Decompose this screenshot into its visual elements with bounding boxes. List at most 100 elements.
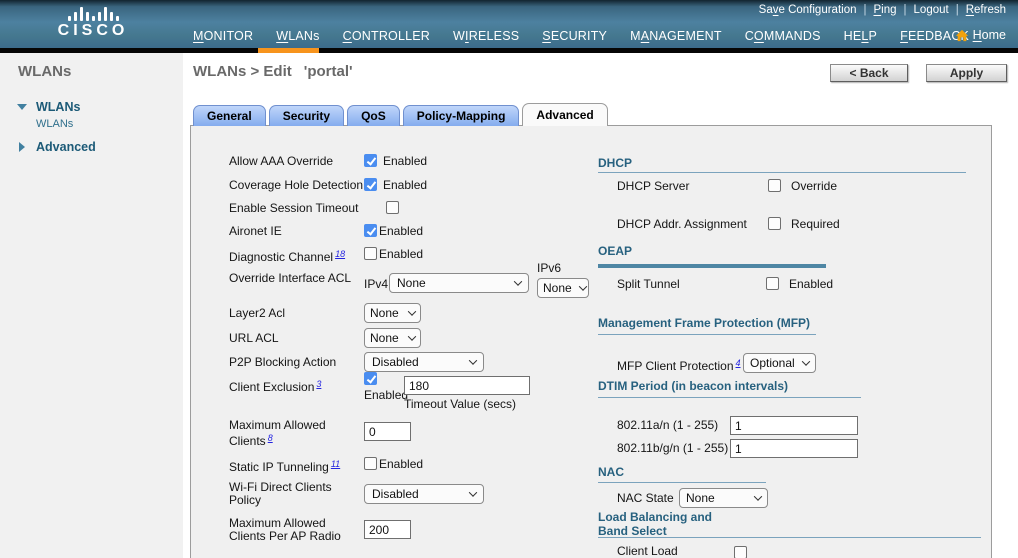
tab-qos[interactable]: QoS <box>347 105 400 126</box>
tree-collapsed-right-icon[interactable] <box>19 142 25 152</box>
split-tunnel-checkbox[interactable] <box>766 277 779 290</box>
nav-item-wlans[interactable]: WLANs <box>276 29 319 43</box>
wifi-direct-clients-policy-select[interactable]: Disabled <box>364 484 484 504</box>
url-acl-select[interactable]: None <box>364 328 421 348</box>
aironet-ie-checkbox-label: Enabled <box>379 225 423 238</box>
nav-item-controller[interactable]: CONTROLLER <box>343 29 430 43</box>
tab-general[interactable]: General <box>193 105 266 126</box>
utility-links: Save Configuration|Ping|Logout|Refresh <box>759 4 1006 16</box>
dhcp-server-override-label: Override <box>791 180 837 193</box>
ipv6-label: IPv6 <box>537 262 561 275</box>
utility-link-logout[interactable]: Logout <box>914 4 949 16</box>
utility-link-ping[interactable]: Ping <box>874 4 897 16</box>
footnote-link[interactable]: 18 <box>335 249 345 259</box>
p2p-blocking-action-select[interactable]: Disabled <box>364 352 484 372</box>
nav-home[interactable]: Home <box>955 28 1006 42</box>
maximum-allowed-clients-label: Maximum Allowed Clients8 <box>229 419 357 448</box>
maximum-allowed-clients-per-ap-radio-label: Maximum Allowed Clients Per AP Radio <box>229 517 357 543</box>
tab-security[interactable]: Security <box>269 105 344 126</box>
enable-session-timeout-label: Enable Session Timeout <box>229 202 358 215</box>
home-icon <box>955 29 969 42</box>
sidebar-item-wlans[interactable]: WLANs <box>36 100 80 114</box>
maximum-allowed-clients-input[interactable] <box>364 422 411 441</box>
allow-aaa-override-label: Allow AAA Override <box>229 155 333 168</box>
section-divider <box>598 537 981 538</box>
mfp-client-protection-label: MFP Client Protection4 <box>617 357 741 373</box>
maximum-allowed-clients-per-ap-radio-input[interactable] <box>364 520 411 539</box>
cisco-logo: CISCO <box>48 6 138 40</box>
client-exclusion-label: Client Exclusion3 <box>229 378 321 394</box>
static-ip-tunneling-checkbox[interactable] <box>364 457 377 470</box>
section-divider <box>598 172 966 173</box>
footnote-link[interactable]: 3 <box>316 379 321 389</box>
nav-item-management[interactable]: MANAGEMENT <box>630 29 722 43</box>
separator: | <box>956 4 959 16</box>
ipv4-acl-select[interactable]: None <box>389 273 529 293</box>
allow-aaa-override-checkbox[interactable] <box>364 154 377 167</box>
separator: | <box>904 4 907 16</box>
section-divider <box>598 482 766 483</box>
ipv6-acl-select[interactable]: None <box>537 278 589 298</box>
nac-state-select[interactable]: None <box>679 488 768 508</box>
diagnostic-channel-checkbox[interactable] <box>364 247 377 260</box>
section-divider <box>598 334 816 335</box>
utility-link-save-configuration[interactable]: Save Configuration <box>759 4 857 16</box>
section-title-mfp: Management Frame Protection (MFP) <box>598 316 810 330</box>
sidebar-item-advanced[interactable]: Advanced <box>36 140 96 154</box>
layer2-acl-select[interactable]: None <box>364 303 421 323</box>
utility-link-refresh[interactable]: Refresh <box>966 4 1006 16</box>
nav-item-wireless[interactable]: WIRELESS <box>453 29 519 43</box>
dtim-80211an-label: 802.11a/n (1 - 255) <box>617 419 718 432</box>
main-menu: MONITOR WLANs CONTROLLER WIRELESS SECURITY MA… <box>193 29 969 43</box>
tab-advanced[interactable]: Advanced <box>522 103 607 126</box>
tree-expand-down-icon[interactable] <box>17 104 27 110</box>
aironet-ie-checkbox[interactable] <box>364 224 377 237</box>
cisco-brand-text: CISCO <box>48 22 138 40</box>
mfp-client-protection-select[interactable]: Optional <box>743 353 816 373</box>
dhcp-server-override-checkbox[interactable] <box>768 179 781 192</box>
tab-policy-mapping[interactable]: Policy-Mapping <box>403 105 520 126</box>
section-title-oeap: OEAP <box>598 244 632 258</box>
chevron-down-icon <box>754 492 762 500</box>
split-tunnel-label: Split Tunnel <box>617 278 680 291</box>
tab-bar: GeneralSecurityQoSPolicy-MappingAdvanced <box>193 103 608 126</box>
wlan-name: 'portal' <box>304 63 353 80</box>
sidebar-item-wlans-child[interactable]: WLANs <box>36 118 73 130</box>
client-load-checkbox[interactable] <box>734 546 747 558</box>
sidebar-title: WLANs <box>18 63 71 80</box>
footnote-link[interactable]: 8 <box>268 433 273 443</box>
dtim-80211bgn-input[interactable] <box>730 439 858 458</box>
advanced-tab-panel: Allow AAA Override Enabled Coverage Hole… <box>190 125 992 558</box>
enable-session-timeout-checkbox[interactable] <box>386 201 399 214</box>
timeout-value-caption: Timeout Value (secs) <box>404 398 516 411</box>
footnote-link[interactable]: 11 <box>331 459 340 469</box>
layer2-acl-label: Layer2 Acl <box>229 307 285 320</box>
client-exclusion-checkbox[interactable] <box>364 372 377 385</box>
sidebar: WLANs WLANs WLANs Advanced <box>0 53 183 558</box>
coverage-hole-detection-checkbox-label: Enabled <box>383 179 427 192</box>
footnote-link[interactable]: 4 <box>736 358 741 368</box>
back-button[interactable]: < Back <box>830 64 908 82</box>
dtim-80211bgn-label: 802.11b/g/n (1 - 255) <box>617 442 728 455</box>
apply-button[interactable]: Apply <box>926 64 1007 82</box>
breadcrumb: WLANs > Edit <box>193 63 292 80</box>
client-exclusion-timeout-input[interactable] <box>404 376 530 395</box>
chevron-down-icon <box>514 277 522 285</box>
nav-item-security[interactable]: SECURITY <box>542 29 607 43</box>
coverage-hole-detection-checkbox[interactable] <box>364 178 377 191</box>
dtim-80211an-input[interactable] <box>730 416 858 435</box>
static-ip-tunneling-checkbox-label: Enabled <box>379 458 423 471</box>
dhcp-addr-assignment-label: DHCP Addr. Assignment <box>617 218 747 231</box>
client-load-label: Client Load <box>617 545 678 558</box>
section-divider <box>598 397 861 398</box>
nav-item-help[interactable]: HELP <box>844 29 877 43</box>
chevron-down-icon <box>802 357 810 365</box>
nav-item-commands[interactable]: COMMANDS <box>745 29 821 43</box>
page-title: WLANs > Edit 'portal' <box>193 63 353 80</box>
chevron-down-icon <box>408 307 416 315</box>
section-title-dhcp: DHCP <box>598 156 632 170</box>
nav-item-monitor[interactable]: MONITOR <box>193 29 253 43</box>
static-ip-tunneling-label: Static IP Tunneling11 <box>229 458 340 474</box>
dhcp-addr-assignment-required-checkbox[interactable] <box>768 217 781 230</box>
nav-home-label: Home <box>973 28 1006 42</box>
